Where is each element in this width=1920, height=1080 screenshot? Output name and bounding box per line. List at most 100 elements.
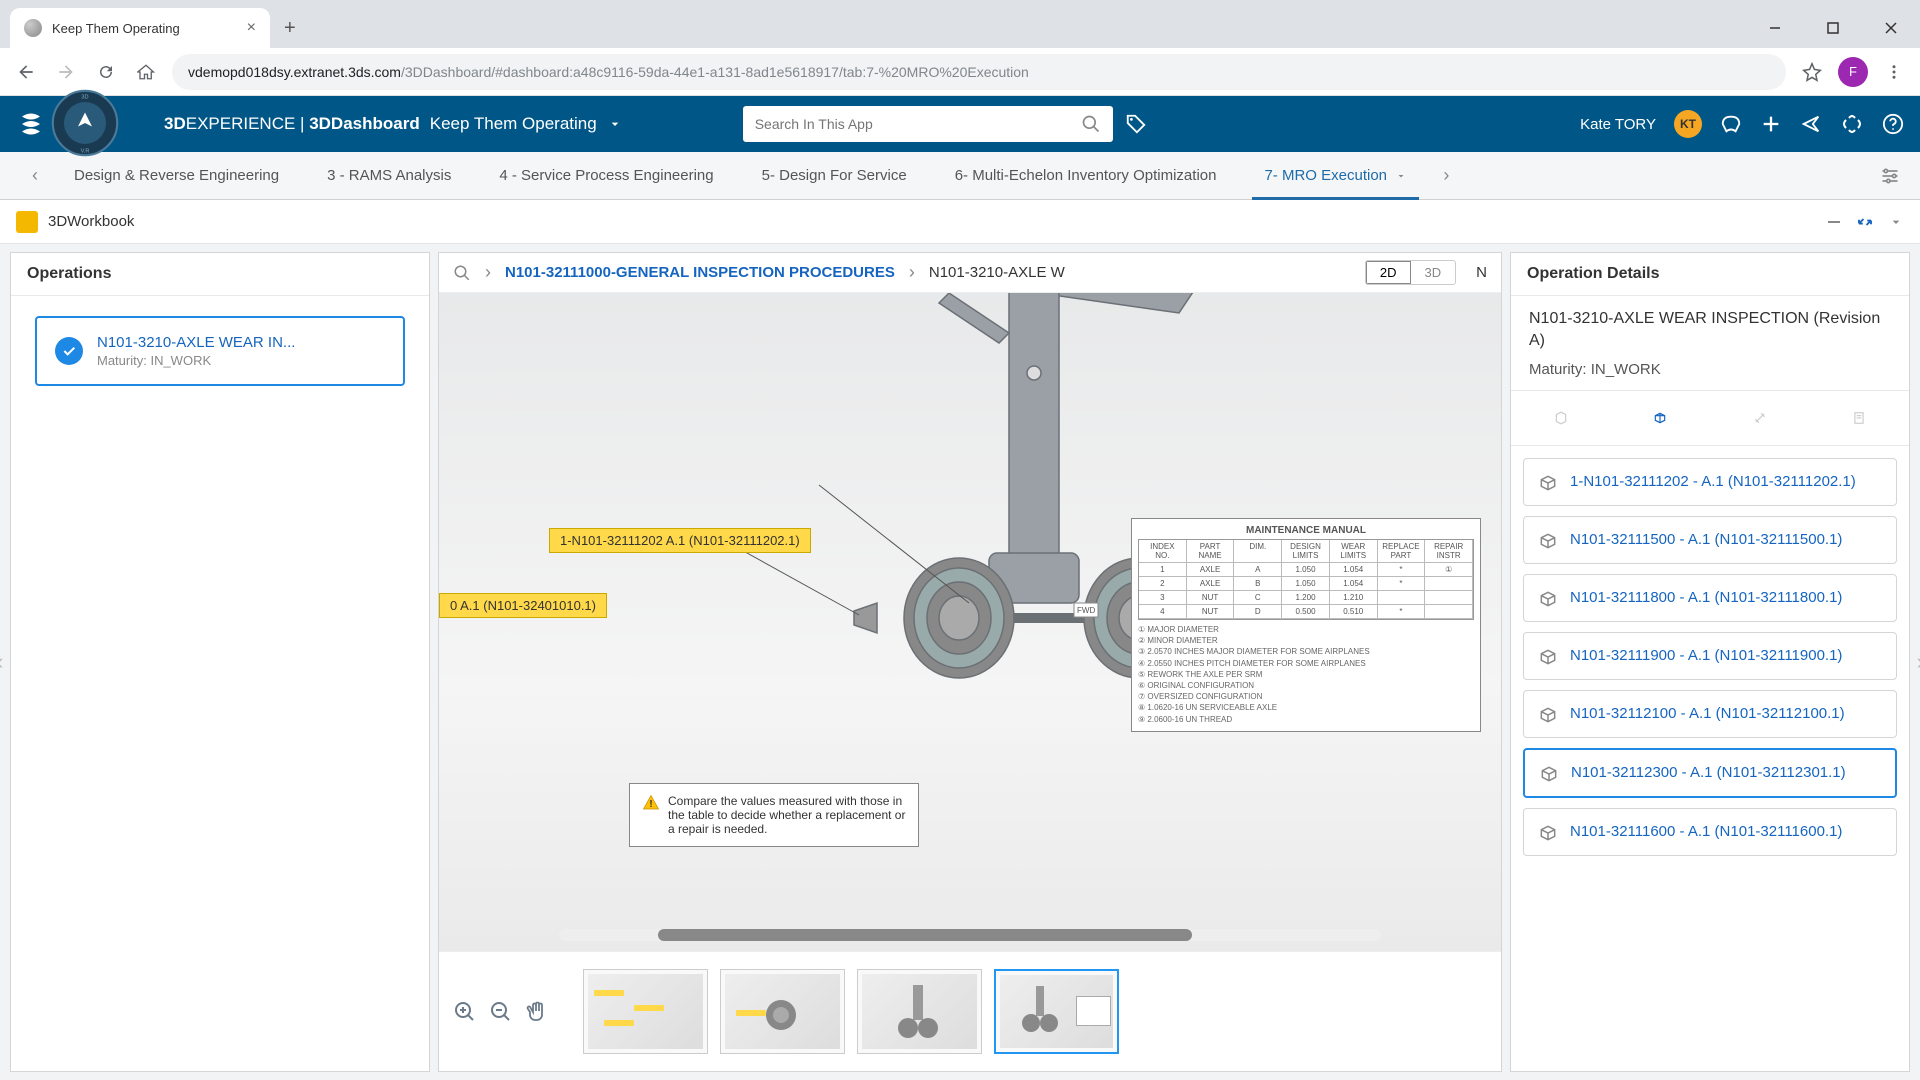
user-avatar[interactable]: KT [1674, 110, 1702, 138]
detail-item[interactable]: N101-32111500 - A.1 (N101-32111500.1) [1523, 516, 1897, 564]
search-input[interactable] [755, 116, 1081, 132]
menu-icon[interactable] [1880, 58, 1908, 86]
detail-item[interactable]: N101-32112100 - A.1 (N101-32112100.1) [1523, 690, 1897, 738]
tab-inventory[interactable]: 6- Multi-Echelon Inventory Optimization [931, 152, 1241, 200]
svg-text:FWD: FWD [1077, 606, 1095, 615]
tab-mro[interactable]: 7- MRO Execution [1240, 152, 1431, 200]
browser-tab[interactable]: Keep Them Operating × [10, 8, 270, 48]
operation-card[interactable]: N101-3210-AXLE WEAR IN... Maturity: IN_W… [35, 316, 405, 386]
app-title-group: 3DEXPERIENCE | 3DDashboard Keep Them Ope… [164, 114, 623, 134]
tag-icon[interactable] [1125, 113, 1147, 135]
search-icon[interactable] [1081, 114, 1101, 134]
minimize-icon[interactable] [1746, 8, 1804, 48]
tab-settings-icon[interactable] [1880, 166, 1900, 186]
tab-tools-icon[interactable] [1747, 405, 1773, 431]
tab-title: Keep Them Operating [52, 21, 237, 36]
app-subtitle[interactable]: Keep Them Operating [430, 114, 597, 134]
cube-icon [1538, 705, 1558, 725]
cube-icon [1539, 764, 1559, 784]
new-tab-button[interactable]: + [270, 8, 310, 48]
zoom-in-icon[interactable] [453, 1000, 477, 1024]
details-title: Operation Details [1511, 253, 1909, 296]
star-icon[interactable] [1798, 58, 1826, 86]
search-icon[interactable] [453, 264, 471, 282]
maintenance-manual: MAINTENANCE MANUAL INDEX NO.PART NAMEDIM… [1131, 518, 1481, 732]
tabs-next-icon[interactable]: › [1431, 165, 1461, 186]
note-text: Compare the values measured with those i… [668, 794, 906, 836]
close-tab-icon[interactable]: × [247, 19, 256, 37]
callout-label[interactable]: 0 A.1 (N101-32401010.1) [439, 593, 607, 618]
detail-item-label: N101-32111600 - A.1 (N101-32111600.1) [1570, 821, 1842, 842]
notification-icon[interactable] [1720, 113, 1742, 135]
chevron-down-icon[interactable] [1888, 214, 1904, 230]
breadcrumb-link[interactable]: N101-32111000-GENERAL INSPECTION PROCEDU… [505, 264, 895, 281]
tab-service-process[interactable]: 4 - Service Process Engineering [475, 152, 737, 200]
cube-icon [1538, 589, 1558, 609]
viewer-canvas[interactable]: FWD 1-N101-32111202 A.1 (N101-32111202.1… [439, 293, 1501, 951]
search-box[interactable] [743, 106, 1113, 142]
main-content: ‹ › Operations N101-3210-AXLE WEAR IN...… [0, 244, 1920, 1080]
horizontal-scrollbar[interactable] [559, 929, 1381, 941]
back-icon[interactable] [12, 58, 40, 86]
favicon [24, 19, 42, 37]
check-icon [55, 337, 83, 365]
detail-item-label: N101-32111500 - A.1 (N101-32111500.1) [1570, 529, 1842, 550]
widget-app-icon [16, 211, 38, 233]
detail-item-label: N101-32112100 - A.1 (N101-32112100.1) [1570, 703, 1845, 724]
breadcrumb-current: N101-3210-AXLE W [929, 264, 1065, 281]
url-input[interactable]: vdemopd018dsy.extranet.3ds.com/3DDashboa… [172, 54, 1786, 90]
scrollbar-thumb[interactable] [658, 929, 1192, 941]
detail-item[interactable]: N101-32112300 - A.1 (N101-32112301.1) [1523, 748, 1897, 798]
cube-icon [1538, 473, 1558, 493]
url-host: vdemopd018dsy.extranet.3ds.com [188, 64, 401, 80]
home-icon[interactable] [132, 58, 160, 86]
tabs-prev-icon[interactable]: ‹ [20, 165, 50, 186]
help-icon[interactable] [1882, 113, 1904, 135]
operations-title: Operations [11, 253, 429, 296]
chevron-down-icon[interactable] [607, 116, 623, 132]
close-window-icon[interactable] [1862, 8, 1920, 48]
detail-item[interactable]: 1-N101-32111202 - A.1 (N101-32111202.1) [1523, 458, 1897, 506]
detail-item-label: N101-32111900 - A.1 (N101-32111900.1) [1570, 645, 1842, 666]
detail-item[interactable]: N101-32111600 - A.1 (N101-32111600.1) [1523, 808, 1897, 856]
svg-text:!: ! [649, 799, 652, 810]
cube-icon [1538, 531, 1558, 551]
thumbnail[interactable] [720, 969, 845, 1054]
svg-text:V.R: V.R [81, 148, 90, 154]
compass-icon[interactable]: 3D V.R [50, 88, 120, 158]
view-2d-button[interactable]: 2D [1366, 261, 1411, 284]
share-icon[interactable] [1800, 113, 1822, 135]
collapse-icon[interactable] [1856, 213, 1874, 231]
panel-prev-icon[interactable]: ‹ [0, 649, 3, 675]
callout-label[interactable]: 1-N101-32111202 A.1 (N101-32111202.1) [549, 528, 811, 553]
tab-info-icon[interactable] [1548, 405, 1574, 431]
detail-item[interactable]: N101-32111900 - A.1 (N101-32111900.1) [1523, 632, 1897, 680]
thumbnail[interactable] [857, 969, 982, 1054]
minimize-widget-icon[interactable] [1826, 214, 1842, 230]
tab-rams[interactable]: 3 - RAMS Analysis [303, 152, 475, 200]
forward-icon[interactable] [52, 58, 80, 86]
details-header-block: N101-3210-AXLE WEAR INSPECTION (Revision… [1511, 296, 1909, 391]
plus-icon[interactable] [1760, 113, 1782, 135]
viewer-toolbar [439, 951, 1501, 1071]
hand-icon[interactable] [525, 1000, 549, 1024]
profile-avatar[interactable]: F [1838, 57, 1868, 87]
tab-design-for-service[interactable]: 5- Design For Service [738, 152, 931, 200]
reload-icon[interactable] [92, 58, 120, 86]
user-name[interactable]: Kate TORY [1580, 116, 1656, 133]
cube-icon [1538, 647, 1558, 667]
thumbnail[interactable] [994, 969, 1119, 1054]
ds-logo-icon [16, 109, 46, 139]
zoom-out-icon[interactable] [489, 1000, 513, 1024]
manual-title: MAINTENANCE MANUAL [1138, 525, 1474, 536]
tab-docs-icon[interactable] [1846, 405, 1872, 431]
maximize-icon[interactable] [1804, 8, 1862, 48]
thumbnail[interactable] [583, 969, 708, 1054]
view-3d-button[interactable]: 3D [1411, 261, 1456, 284]
detail-item[interactable]: N101-32111800 - A.1 (N101-32111800.1) [1523, 574, 1897, 622]
tab-parts-icon[interactable] [1647, 405, 1673, 431]
chevron-down-icon[interactable] [1395, 170, 1407, 182]
collab-icon[interactable] [1840, 112, 1864, 136]
cube-icon [1538, 823, 1558, 843]
tab-design[interactable]: Design & Reverse Engineering [50, 152, 303, 200]
